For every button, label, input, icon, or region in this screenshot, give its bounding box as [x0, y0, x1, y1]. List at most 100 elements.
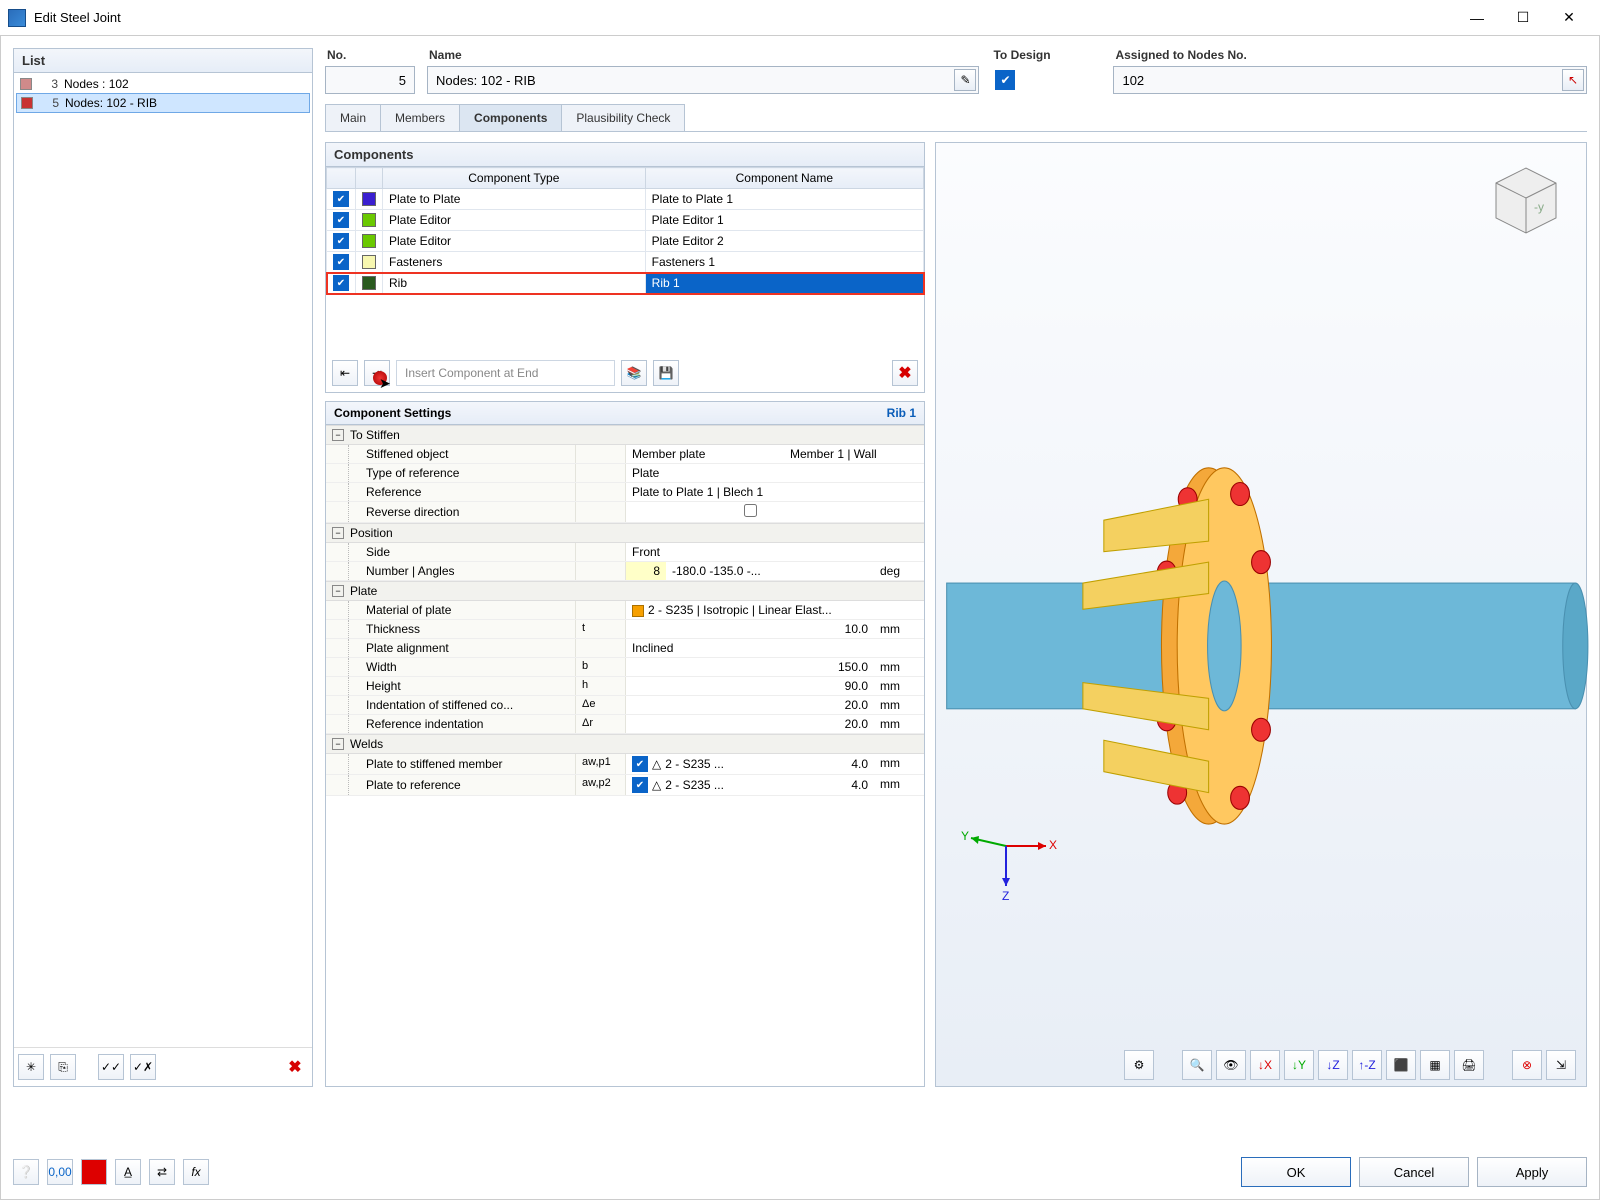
view-zoom-button[interactable]: 🔍: [1182, 1050, 1212, 1080]
app-icon: [8, 9, 26, 27]
view-reset-button[interactable]: ⊗: [1512, 1050, 1542, 1080]
table-row[interactable]: ✔Plate EditorPlate Editor 1: [327, 210, 924, 231]
view-display-button[interactable]: 👁: [1216, 1050, 1246, 1080]
tab-plausibility-check[interactable]: Plausibility Check: [561, 104, 685, 131]
collapse-icon[interactable]: −: [332, 527, 344, 539]
view-y-button[interactable]: ↓Y: [1284, 1050, 1314, 1080]
design-label: To Design: [991, 48, 1101, 62]
reverse-checkbox[interactable]: [744, 504, 757, 517]
delete-component-button[interactable]: ✖: [892, 360, 918, 386]
titlebar: Edit Steel Joint — ☐ ✕: [0, 0, 1600, 36]
color-swatch-icon: [362, 276, 376, 290]
row-checkbox[interactable]: ✔: [333, 212, 349, 228]
view-toolbar: ⚙ 🔍 👁 ↓X ↓Y ↓Z ↑-Z ⬛ ▦ 🖨 ⊗ ⇲: [936, 1050, 1586, 1080]
settings-title: Component Settings: [334, 406, 451, 420]
insert-before-button[interactable]: ⇤: [332, 360, 358, 386]
color-swatch-icon: [362, 255, 376, 269]
nodes-input[interactable]: [1122, 73, 1578, 88]
window-title: Edit Steel Joint: [34, 10, 1454, 25]
name-input[interactable]: [436, 73, 970, 88]
row-checkbox[interactable]: ✔: [333, 191, 349, 207]
collapse-icon[interactable]: −: [332, 738, 344, 750]
row-checkbox[interactable]: ✔: [333, 254, 349, 270]
save-component-button[interactable]: 💾: [653, 360, 679, 386]
apply-button[interactable]: Apply: [1477, 1157, 1587, 1187]
check-all-button[interactable]: ✓✓: [98, 1054, 124, 1080]
uncheck-all-button[interactable]: ✓✗: [130, 1054, 156, 1080]
ok-button[interactable]: OK: [1241, 1157, 1351, 1187]
list-item[interactable]: 3Nodes : 102: [16, 75, 310, 93]
tab-members[interactable]: Members: [380, 104, 460, 131]
nodes-label: Assigned to Nodes No.: [1113, 48, 1587, 62]
color-button[interactable]: [81, 1159, 107, 1185]
view-settings-button[interactable]: ⚙: [1124, 1050, 1154, 1080]
col-name: Component Name: [645, 168, 923, 189]
close-button[interactable]: ✕: [1546, 3, 1592, 33]
view-wireframe-button[interactable]: ▦: [1420, 1050, 1450, 1080]
nodes-pick-button[interactable]: ↖: [1562, 69, 1584, 91]
components-panel: Components Component Type Component Name…: [325, 142, 925, 393]
design-checkbox[interactable]: ✔: [995, 70, 1015, 90]
no-input[interactable]: [334, 73, 406, 88]
name-label: Name: [427, 48, 979, 62]
svg-text:X: X: [1049, 838, 1057, 852]
row-checkbox[interactable]: ✔: [333, 275, 349, 291]
table-row[interactable]: ✔RibRib 1: [327, 273, 924, 294]
view-z-button[interactable]: ↓Z: [1318, 1050, 1348, 1080]
view-x-button[interactable]: ↓X: [1250, 1050, 1280, 1080]
export-button[interactable]: ⇄: [149, 1159, 175, 1185]
new-item-button[interactable]: ✳: [18, 1054, 44, 1080]
axis-indicator: X Y Z: [966, 816, 1056, 906]
insert-placeholder[interactable]: Insert Component at End: [396, 360, 615, 386]
units-button[interactable]: 0,00: [47, 1159, 73, 1185]
view-iso-button[interactable]: ⬛: [1386, 1050, 1416, 1080]
list-header: List: [14, 49, 312, 73]
view-print-button[interactable]: 🖨: [1454, 1050, 1484, 1080]
tab-main[interactable]: Main: [325, 104, 381, 131]
settings-panel: Component Settings Rib 1 −To Stiffen Sti…: [325, 401, 925, 1087]
name-edit-button[interactable]: ✎: [954, 69, 976, 91]
color-swatch-icon: [21, 97, 33, 109]
font-button[interactable]: A̲: [115, 1159, 141, 1185]
view-neg-z-button[interactable]: ↑-Z: [1352, 1050, 1382, 1080]
view-expand-button[interactable]: ⇲: [1546, 1050, 1576, 1080]
table-row[interactable]: ✔FastenersFasteners 1: [327, 252, 924, 273]
collapse-icon[interactable]: −: [332, 429, 344, 441]
weld-icon: △: [652, 778, 661, 792]
weld-checkbox[interactable]: ✔: [632, 777, 648, 793]
list-item[interactable]: 5Nodes: 102 - RIB: [16, 93, 310, 113]
settings-selected: Rib 1: [887, 406, 916, 420]
components-table: Component Type Component Name ✔Plate to …: [326, 167, 924, 294]
cancel-button[interactable]: Cancel: [1359, 1157, 1469, 1187]
no-label: No.: [325, 48, 415, 62]
tab-components[interactable]: Components: [459, 104, 562, 131]
weld-checkbox[interactable]: ✔: [632, 756, 648, 772]
help-button[interactable]: ❔: [13, 1159, 39, 1185]
list-panel: List 3Nodes : 1025Nodes: 102 - RIB ✳ ⎘ ✓…: [13, 48, 313, 1087]
copy-item-button[interactable]: ⎘: [50, 1054, 76, 1080]
color-swatch-icon: [362, 234, 376, 248]
svg-text:Y: Y: [961, 829, 969, 843]
insert-after-button[interactable]: ⇥ ➤: [364, 360, 390, 386]
model-drawing: [936, 143, 1586, 1086]
view-cube[interactable]: -y: [1486, 163, 1566, 233]
viewport-3d[interactable]: -y: [935, 142, 1587, 1087]
color-swatch-icon: [362, 192, 376, 206]
formula-button[interactable]: fx: [183, 1159, 209, 1185]
row-checkbox[interactable]: ✔: [333, 233, 349, 249]
svg-text:Z: Z: [1002, 889, 1009, 903]
svg-text:-y: -y: [1534, 200, 1544, 214]
library-button[interactable]: 📚: [621, 360, 647, 386]
weld-icon: △: [652, 757, 661, 771]
material-swatch-icon: [632, 605, 644, 617]
col-type: Component Type: [383, 168, 646, 189]
maximize-button[interactable]: ☐: [1500, 3, 1546, 33]
components-header: Components: [326, 143, 924, 167]
color-swatch-icon: [362, 213, 376, 227]
delete-item-button[interactable]: ✖: [282, 1054, 308, 1080]
minimize-button[interactable]: —: [1454, 3, 1500, 33]
collapse-icon[interactable]: −: [332, 585, 344, 597]
color-swatch-icon: [20, 78, 32, 90]
table-row[interactable]: ✔Plate EditorPlate Editor 2: [327, 231, 924, 252]
table-row[interactable]: ✔Plate to PlatePlate to Plate 1: [327, 189, 924, 210]
